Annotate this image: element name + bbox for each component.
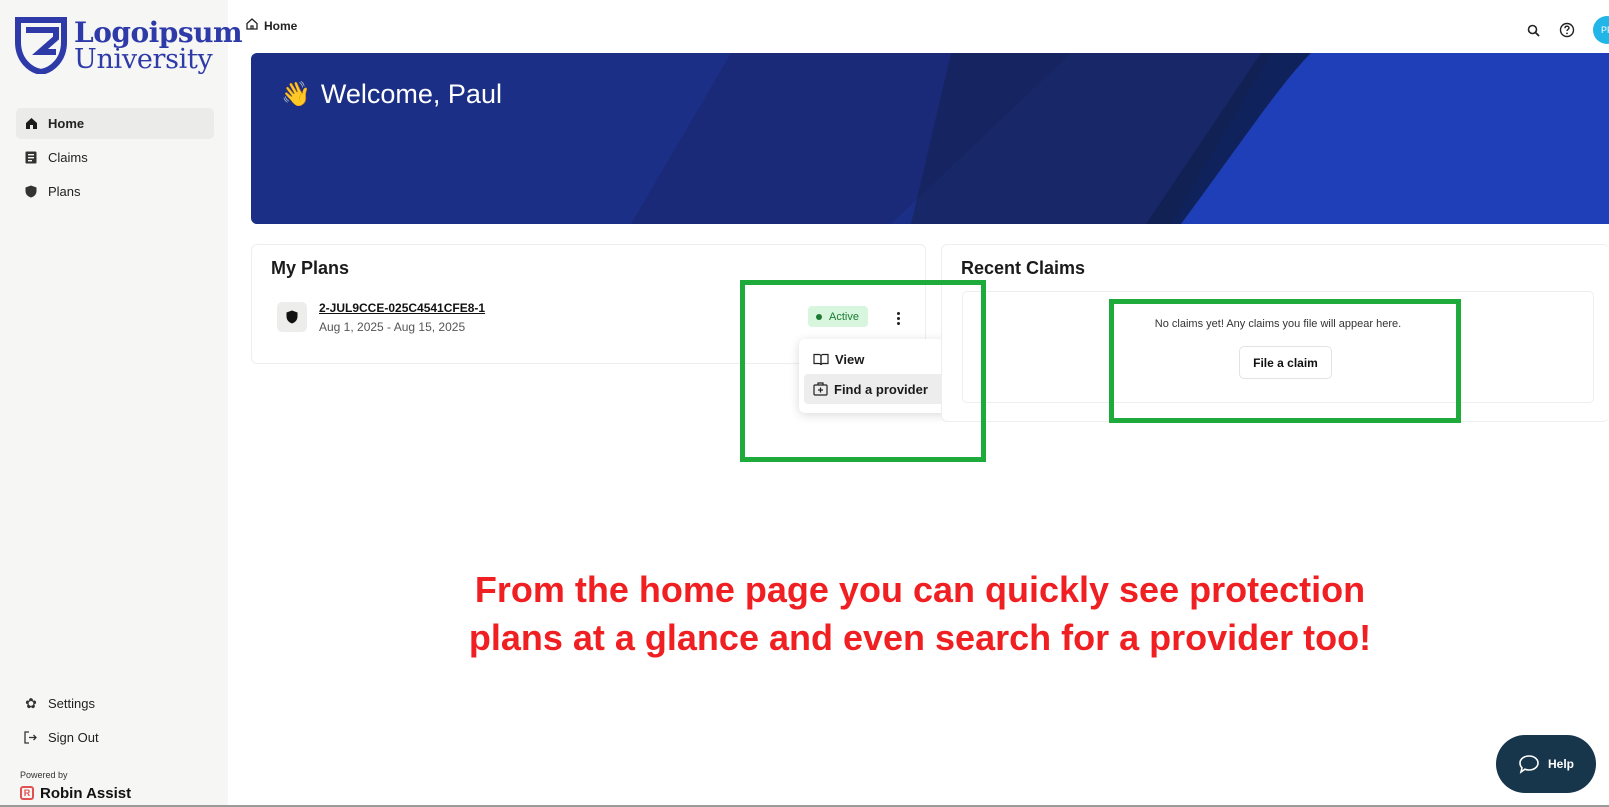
topbar-actions: PP — [1509, 16, 1609, 44]
sidebar-item-claims[interactable]: Claims — [16, 142, 214, 173]
caption-line-2: plans at a glance and even search for a … — [468, 617, 1372, 658]
highlight-box-claims — [1109, 299, 1461, 423]
logo-name-line2: University — [74, 44, 213, 75]
sidebar-item-plans[interactable]: Plans — [16, 176, 214, 207]
help-button[interactable]: Help — [1496, 735, 1596, 793]
sidebar-item-label: Settings — [48, 696, 95, 711]
welcome-text: Welcome, Paul — [320, 79, 502, 109]
shield-icon — [24, 185, 38, 199]
welcome-title: 👋 Welcome, Paul — [281, 79, 502, 110]
sidebar-item-label: Claims — [48, 150, 88, 165]
sidebar-bottom-nav: ✿ Settings Sign Out — [16, 688, 214, 756]
sidebar-item-settings[interactable]: ✿ Settings — [16, 688, 214, 719]
search-icon[interactable] — [1523, 20, 1543, 40]
sidebar-item-home[interactable]: Home — [16, 108, 214, 139]
plan-dates: Aug 1, 2025 - Aug 15, 2025 — [319, 320, 466, 334]
topbar: Home PP — [228, 0, 1609, 52]
sidebar-item-sign-out[interactable]: Sign Out — [16, 722, 214, 753]
recent-claims-title: Recent Claims — [961, 258, 1086, 278]
waving-hand-icon: 👋 — [281, 81, 311, 108]
gear-icon: ✿ — [25, 695, 37, 711]
sign-out-icon — [24, 731, 38, 745]
plan-id-link[interactable]: 2-JUL9CCE-025C4541CFE8-1 — [319, 301, 485, 315]
robin-assist-logo: R Robin Assist — [20, 785, 131, 801]
my-plans-title: My Plans — [271, 258, 350, 278]
help-circle-icon[interactable] — [1557, 20, 1577, 40]
sidebar-item-label: Plans — [48, 184, 81, 199]
caption-line-1: From the home page you can quickly see p… — [474, 569, 1366, 610]
home-icon — [24, 117, 38, 131]
sidebar: Logoipsum University Home Claims Plans ✿… — [0, 0, 243, 807]
robin-assist-name: Robin Assist — [40, 785, 132, 801]
plan-shield-icon — [277, 302, 307, 332]
chat-bubble-icon — [1518, 754, 1540, 774]
powered-by-label: Powered by — [20, 770, 68, 780]
sidebar-nav: Home Claims Plans — [16, 108, 214, 210]
help-label: Help — [1547, 757, 1574, 771]
document-icon — [24, 151, 38, 165]
annotation-caption: From the home page you can quickly see p… — [300, 566, 1540, 662]
welcome-banner: 👋 Welcome, Paul — [251, 53, 1609, 224]
sidebar-item-label: Home — [48, 116, 85, 131]
avatar[interactable]: PP — [1593, 16, 1609, 44]
university-logo[interactable]: Logoipsum University — [14, 14, 243, 78]
robin-assist-icon: R — [20, 786, 34, 800]
highlight-box-plan-menu — [740, 280, 986, 462]
breadcrumb-label: Home — [264, 18, 298, 33]
breadcrumb[interactable]: Home — [246, 18, 297, 33]
sidebar-item-label: Sign Out — [48, 730, 99, 745]
home-outline-icon — [246, 18, 258, 33]
logo-mark-icon — [15, 17, 67, 74]
